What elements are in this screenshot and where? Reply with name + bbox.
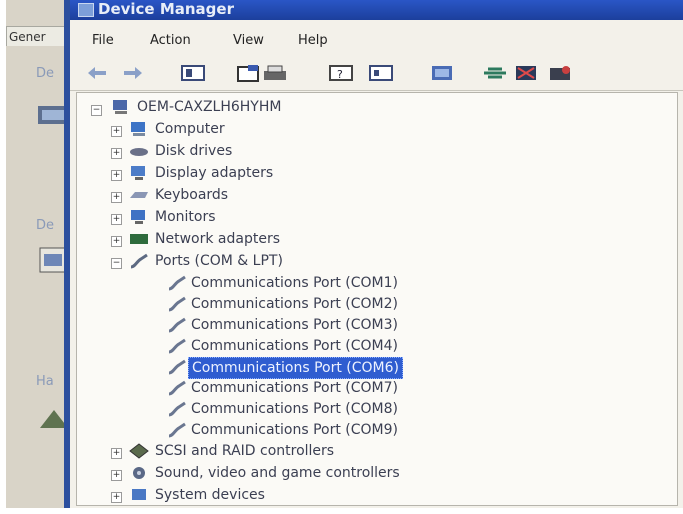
tree-item-com9[interactable]: Communications Port (COM9) bbox=[191, 420, 398, 440]
tree-item-com1[interactable]: Communications Port (COM1) bbox=[191, 273, 398, 293]
tree-item-system-devices[interactable]: System devices bbox=[155, 485, 265, 505]
scan-hardware-icon[interactable] bbox=[430, 64, 456, 82]
port-icon bbox=[168, 380, 186, 396]
expand-system-devices-toggle[interactable]: + bbox=[111, 492, 122, 503]
expand-monitors-toggle[interactable]: + bbox=[111, 214, 122, 225]
tree-root[interactable]: OEM-CAXZLH6HYHM bbox=[137, 97, 281, 117]
update-driver-icon[interactable] bbox=[482, 64, 508, 82]
tree-item-com2[interactable]: Communications Port (COM2) bbox=[191, 294, 398, 314]
expand-sound-toggle[interactable]: + bbox=[111, 470, 122, 481]
expand-disk-drives-toggle[interactable]: + bbox=[111, 148, 122, 159]
port-icon bbox=[168, 422, 186, 438]
collapse-ports-toggle[interactable]: − bbox=[111, 258, 122, 269]
tree-item-display-adapters[interactable]: Display adapters bbox=[155, 163, 273, 183]
background-label-1: De bbox=[36, 66, 55, 81]
tree-item-com4[interactable]: Communications Port (COM4) bbox=[191, 336, 398, 356]
help-icon[interactable]: ? bbox=[328, 64, 354, 82]
show-hide-console-tree-icon[interactable] bbox=[180, 64, 206, 82]
system-device-icon bbox=[132, 489, 146, 500]
print-icon[interactable] bbox=[262, 64, 288, 82]
expand-computer-toggle[interactable]: + bbox=[111, 126, 122, 137]
computer-icon bbox=[113, 100, 127, 114]
tree-item-ports[interactable]: Ports (COM & LPT) bbox=[155, 251, 283, 271]
tree-item-scsi-raid[interactable]: SCSI and RAID controllers bbox=[155, 441, 334, 461]
properties-icon[interactable] bbox=[236, 64, 262, 82]
network-adapter-icon bbox=[130, 234, 148, 244]
expand-network-adapters-toggle[interactable]: + bbox=[111, 236, 122, 247]
port-icon bbox=[168, 317, 186, 333]
view-icon[interactable] bbox=[368, 64, 394, 82]
expand-keyboards-toggle[interactable]: + bbox=[111, 192, 122, 203]
port-icon bbox=[168, 296, 186, 312]
device-manager-app-icon bbox=[78, 3, 94, 17]
back-arrow-icon[interactable] bbox=[86, 64, 108, 82]
uninstall-device-icon[interactable] bbox=[548, 64, 574, 82]
menu-action[interactable]: Action bbox=[150, 33, 191, 48]
forward-arrow-icon[interactable] bbox=[122, 64, 144, 82]
tree-item-disk-drives[interactable]: Disk drives bbox=[155, 141, 232, 161]
port-icon bbox=[168, 401, 186, 417]
disable-device-icon[interactable] bbox=[514, 64, 540, 82]
device-tree: − OEM-CAXZLH6HYHM + Computer + Disk driv… bbox=[76, 92, 678, 506]
monitor-icon bbox=[131, 210, 145, 224]
menu-bar: File Action View Help bbox=[70, 30, 683, 52]
tree-item-monitors[interactable]: Monitors bbox=[155, 207, 216, 227]
general-tab[interactable]: Gener bbox=[6, 26, 70, 46]
port-icon bbox=[168, 275, 186, 291]
disk-drive-icon bbox=[130, 148, 148, 156]
window-title: Device Manager bbox=[98, 0, 234, 18]
background-label-3: Ha bbox=[36, 374, 54, 389]
device-manager-window: Device Manager File Action View Help ? −… bbox=[64, 0, 683, 508]
background-label-2: De bbox=[36, 218, 55, 233]
scsi-controller-icon bbox=[129, 443, 149, 459]
port-icon bbox=[168, 359, 186, 375]
port-icon bbox=[130, 253, 148, 269]
tree-item-com6-selected[interactable]: Communications Port (COM6) bbox=[188, 357, 403, 379]
expand-scsi-toggle[interactable]: + bbox=[111, 448, 122, 459]
computer-icon bbox=[131, 122, 145, 136]
tree-item-sound-video-game[interactable]: Sound, video and game controllers bbox=[155, 463, 400, 483]
menu-file[interactable]: File bbox=[92, 33, 114, 48]
toolbar: ? bbox=[70, 56, 683, 91]
tree-item-computer[interactable]: Computer bbox=[155, 119, 225, 139]
tree-item-com8[interactable]: Communications Port (COM8) bbox=[191, 399, 398, 419]
menu-view[interactable]: View bbox=[233, 33, 264, 48]
tree-item-com7[interactable]: Communications Port (COM7) bbox=[191, 378, 398, 398]
tree-item-keyboards[interactable]: Keyboards bbox=[155, 185, 228, 205]
menu-help[interactable]: Help bbox=[298, 33, 328, 48]
collapse-root-toggle[interactable]: − bbox=[91, 105, 102, 116]
svg-text:?: ? bbox=[337, 68, 343, 81]
display-adapter-icon bbox=[131, 166, 145, 180]
sound-controller-icon bbox=[133, 467, 145, 479]
tree-item-com3[interactable]: Communications Port (COM3) bbox=[191, 315, 398, 335]
port-icon bbox=[168, 338, 186, 354]
tree-item-network-adapters[interactable]: Network adapters bbox=[155, 229, 280, 249]
expand-display-adapters-toggle[interactable]: + bbox=[111, 170, 122, 181]
keyboard-icon bbox=[130, 192, 148, 198]
title-bar[interactable]: Device Manager bbox=[70, 0, 683, 20]
